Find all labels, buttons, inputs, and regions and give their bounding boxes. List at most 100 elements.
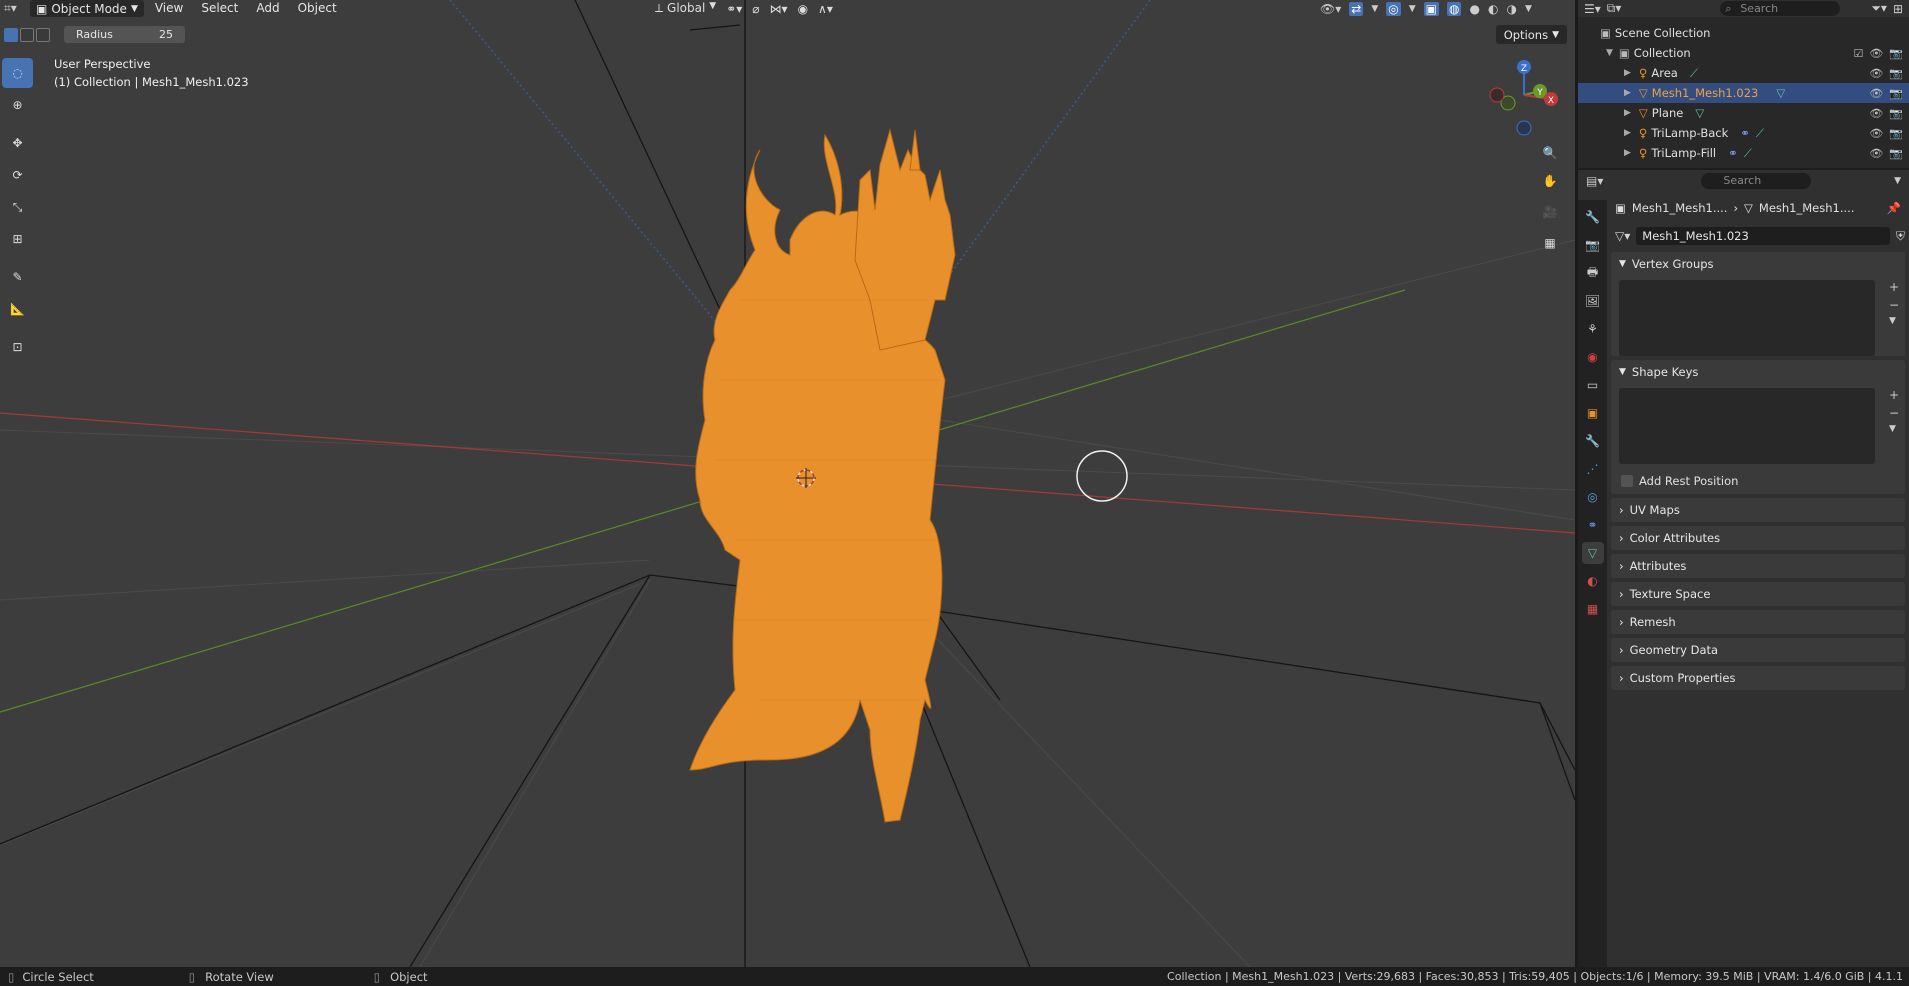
- chevron-down-icon[interactable]: ▼: [1409, 4, 1416, 14]
- shape-keys-list[interactable]: [1619, 388, 1875, 464]
- chevron-down-icon[interactable]: ▼: [1889, 316, 1899, 326]
- vertex-groups-header[interactable]: ▼ Vertex Groups: [1611, 252, 1905, 276]
- chevron-down-icon[interactable]: ▼: [1371, 4, 1378, 14]
- rendered-shading-icon[interactable]: ◑: [1506, 2, 1516, 16]
- outliner-item-trilamp-back[interactable]: ▶ ♀ TriLamp-Back ⚭ ⟋ 👁 📷: [1578, 123, 1909, 143]
- snap-icon[interactable]: ⌀: [752, 2, 759, 16]
- chevron-down-icon[interactable]: ▼: [1889, 424, 1899, 434]
- menu-add[interactable]: Add: [249, 0, 286, 17]
- selected-mesh[interactable]: [689, 128, 956, 823]
- 3d-viewport[interactable]: ⌗▾ ▣ Object Mode ▼ View Select Add Objec…: [0, 0, 1575, 967]
- scene-tab-icon[interactable]: ⚘: [1582, 318, 1604, 340]
- mesh-data-tab-icon[interactable]: ▽: [1581, 542, 1604, 564]
- expand-chevron-icon[interactable]: ▶: [1624, 148, 1631, 158]
- attributes-panel[interactable]: › Attributes: [1611, 554, 1905, 578]
- select-mode-extend-icon[interactable]: [20, 27, 34, 42]
- texture-space-panel[interactable]: › Texture Space: [1611, 582, 1905, 606]
- zoom-icon[interactable]: 🔍: [1537, 140, 1563, 166]
- color-attributes-panel[interactable]: › Color Attributes: [1611, 526, 1905, 550]
- material-shading-icon[interactable]: ◐: [1488, 2, 1498, 16]
- select-circle-tool-icon[interactable]: ◌: [2, 58, 33, 88]
- collection-tab-icon[interactable]: ▭: [1582, 374, 1604, 396]
- outliner-item-trilamp-fill[interactable]: ▶ ♀ TriLamp-Fill ⚭ ⟋ 👁 📷: [1578, 143, 1909, 163]
- annotate-tool-icon[interactable]: ✎: [2, 262, 33, 292]
- add-icon[interactable]: +: [1889, 280, 1899, 294]
- overlays-icon[interactable]: ◎: [1386, 1, 1401, 16]
- camera-icon[interactable]: 📷: [1889, 127, 1903, 140]
- options-dropdown[interactable]: Options ▼: [1495, 25, 1567, 44]
- texture-tab-icon[interactable]: ▦: [1582, 598, 1604, 620]
- modifier-tab-icon[interactable]: 🔧: [1582, 430, 1604, 452]
- menu-view[interactable]: View: [148, 0, 190, 17]
- falloff-icon[interactable]: ∧▾: [818, 2, 833, 16]
- camera-icon[interactable]: 📷: [1889, 87, 1903, 100]
- fake-user-icon[interactable]: ⛨: [1896, 229, 1905, 244]
- visibility-icon[interactable]: 👁▾: [1320, 2, 1341, 16]
- camera-icon[interactable]: 📷: [1889, 47, 1903, 60]
- outliner-item-mesh[interactable]: ▶ ▽ Mesh1_Mesh1.023 ▽ 👁 📷: [1578, 83, 1909, 103]
- mesh-name-field[interactable]: Mesh1_Mesh1.023: [1636, 227, 1890, 245]
- cursor-tool-icon[interactable]: ⊕: [2, 90, 33, 120]
- particles-tab-icon[interactable]: ⋰: [1582, 458, 1604, 480]
- menu-select[interactable]: Select: [194, 0, 245, 17]
- rotate-tool-icon[interactable]: ⟳: [2, 160, 33, 190]
- shape-keys-header[interactable]: ▼ Shape Keys: [1611, 360, 1905, 384]
- chevron-down-icon[interactable]: ▼: [1525, 4, 1532, 14]
- uv-maps-panel[interactable]: › UV Maps: [1611, 498, 1905, 522]
- constraints-tab-icon[interactable]: ⚭: [1582, 514, 1604, 536]
- measure-tool-icon[interactable]: 📐: [2, 294, 33, 324]
- navigation-gizmo[interactable]: Z Y X: [1480, 55, 1560, 140]
- outliner-item-area[interactable]: ▶ ♀ Area ⟋ 👁 📷: [1578, 63, 1909, 83]
- eye-icon[interactable]: 👁: [1869, 107, 1883, 120]
- expand-chevron-icon[interactable]: ▶: [1624, 128, 1631, 138]
- add-icon[interactable]: +: [1889, 388, 1899, 402]
- tool-tab-icon[interactable]: 🔧: [1582, 206, 1604, 228]
- material-tab-icon[interactable]: ◐: [1582, 570, 1604, 592]
- custom-properties-panel[interactable]: › Custom Properties: [1611, 666, 1905, 690]
- expand-chevron-icon[interactable]: ▶: [1624, 68, 1631, 78]
- vertex-groups-list[interactable]: [1619, 280, 1875, 356]
- view-layer-tab-icon[interactable]: 🖼: [1582, 290, 1604, 312]
- add-rest-position-checkbox[interactable]: Add Rest Position: [1611, 468, 1905, 494]
- radius-field[interactable]: Radius 25: [64, 26, 185, 43]
- mode-dropdown[interactable]: ▣ Object Mode ▼: [30, 0, 144, 17]
- scene-collection-row[interactable]: ▣ Scene Collection: [1578, 23, 1909, 43]
- new-collection-icon[interactable]: ⊞: [1893, 2, 1903, 16]
- expand-chevron-icon[interactable]: ▶: [1624, 88, 1631, 98]
- properties-search-input[interactable]: Search: [1701, 173, 1812, 189]
- chevron-down-icon[interactable]: ▼: [1894, 176, 1901, 186]
- orientation-dropdown[interactable]: ⟂ Global ▼: [655, 1, 716, 16]
- scale-tool-icon[interactable]: ⤡: [2, 192, 33, 222]
- mesh-browse-icon[interactable]: ▽▾: [1615, 229, 1630, 243]
- eye-icon[interactable]: 👁: [1869, 67, 1883, 80]
- wireframe-shading-icon[interactable]: ◍: [1447, 1, 1462, 16]
- transform-tool-icon[interactable]: ⊞: [2, 224, 33, 254]
- remesh-panel[interactable]: › Remesh: [1611, 610, 1905, 634]
- select-mode-new-icon[interactable]: [4, 27, 18, 42]
- exclude-checkbox-icon[interactable]: ☑: [1853, 47, 1863, 60]
- proportional-edit-icon[interactable]: ◉: [798, 2, 808, 16]
- add-cube-tool-icon[interactable]: ⊡: [2, 332, 33, 362]
- expand-chevron-icon[interactable]: ▼: [1606, 48, 1613, 58]
- solid-shading-icon[interactable]: ●: [1469, 2, 1479, 16]
- geometry-data-panel[interactable]: › Geometry Data: [1611, 638, 1905, 662]
- eye-icon[interactable]: 👁: [1869, 47, 1883, 60]
- render-tab-icon[interactable]: 📷: [1582, 234, 1604, 256]
- camera-icon[interactable]: 📷: [1889, 107, 1903, 120]
- snap-target-icon[interactable]: ⋈▾: [770, 2, 788, 16]
- pin-icon[interactable]: 📌: [1887, 201, 1901, 215]
- eye-icon[interactable]: 👁: [1869, 87, 1883, 100]
- outliner-item-plane[interactable]: ▶ ▽ Plane ▽ 👁 📷: [1578, 103, 1909, 123]
- remove-icon[interactable]: −: [1889, 406, 1899, 420]
- outliner-editor-icon[interactable]: ☰▾: [1584, 2, 1601, 16]
- expand-chevron-icon[interactable]: ▶: [1624, 108, 1631, 118]
- output-tab-icon[interactable]: 🖶: [1582, 262, 1604, 284]
- select-mode-subtract-icon[interactable]: [36, 27, 50, 42]
- editor-type-icon[interactable]: ⌗▾: [4, 1, 26, 16]
- object-tab-icon[interactable]: ▣: [1582, 402, 1604, 424]
- remove-icon[interactable]: −: [1889, 298, 1899, 312]
- filter-icon[interactable]: ⏷▾: [1871, 1, 1887, 16]
- eye-icon[interactable]: 👁: [1869, 127, 1883, 140]
- pivot-icon[interactable]: ⚭▾: [726, 2, 742, 16]
- menu-object[interactable]: Object: [291, 0, 344, 17]
